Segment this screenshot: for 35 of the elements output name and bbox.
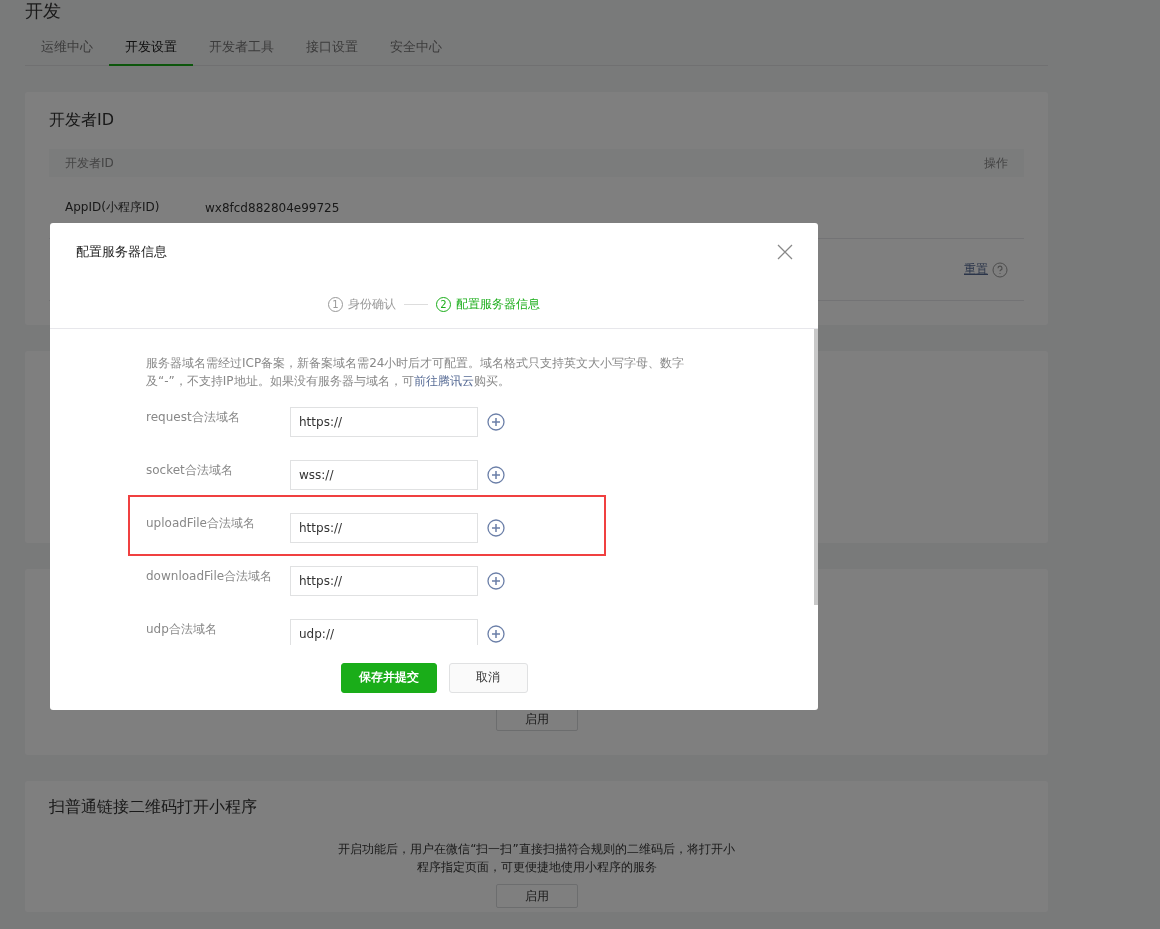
- field-label: uploadFile合法域名: [146, 515, 256, 532]
- domain-input[interactable]: https://: [290, 407, 478, 437]
- field-label: socket合法域名: [146, 462, 234, 479]
- tab[interactable]: 运维中心: [25, 38, 109, 66]
- save-button[interactable]: 保存并提交: [340, 662, 437, 693]
- field-label: udp合法域名: [146, 621, 218, 638]
- card-title: 开发者ID: [49, 110, 116, 131]
- enable-button[interactable]: 启用: [495, 884, 578, 908]
- domain-input[interactable]: https://: [290, 513, 478, 543]
- scrollbar[interactable]: [814, 329, 818, 605]
- close-icon[interactable]: [776, 243, 794, 261]
- domain-input[interactable]: udp://: [290, 619, 478, 645]
- step: 1 身份确认: [328, 296, 396, 313]
- add-icon[interactable]: [487, 466, 505, 484]
- domain-notice: 服务器域名需经过ICP备案，新备案域名需24小时后才可配置。域名格式只支持英文大小写字母、数字及“-”，不支持IP地址。如果没有服务器与域名，可前往腾讯云购买。: [146, 355, 686, 390]
- tab[interactable]: 开发设置: [109, 38, 193, 66]
- cancel-button[interactable]: 取消: [448, 662, 528, 693]
- add-icon[interactable]: [487, 625, 505, 643]
- table-cell: wx8fcd882804e99725: [205, 200, 340, 215]
- page-title: 开发: [25, 0, 62, 22]
- field-label: downloadFile合法域名: [146, 568, 274, 585]
- tab[interactable]: 安全中心: [374, 38, 458, 66]
- domain-input[interactable]: wss://: [290, 460, 478, 490]
- step: 2 配置服务器信息: [436, 296, 540, 313]
- card-title: 扫普通链接二维码打开小程序: [49, 797, 258, 818]
- dialog-title: 配置服务器信息: [76, 243, 167, 261]
- domain-input[interactable]: https://: [290, 566, 478, 596]
- feature-description: 开启功能后，用户在微信“扫一扫”直接扫描符合规则的二维码后，将打开小程序指定页面，可更便捷地使用小程序的服务: [337, 841, 736, 876]
- add-icon[interactable]: [487, 572, 505, 590]
- field-label: request合法域名: [146, 409, 241, 426]
- add-icon[interactable]: [487, 519, 505, 537]
- tencent-cloud-link[interactable]: 前往腾讯云: [413, 374, 474, 388]
- table-cell-text: AppID(小程序ID): [65, 199, 161, 216]
- reset-link[interactable]: 重置: [964, 261, 988, 278]
- add-icon[interactable]: [487, 413, 505, 431]
